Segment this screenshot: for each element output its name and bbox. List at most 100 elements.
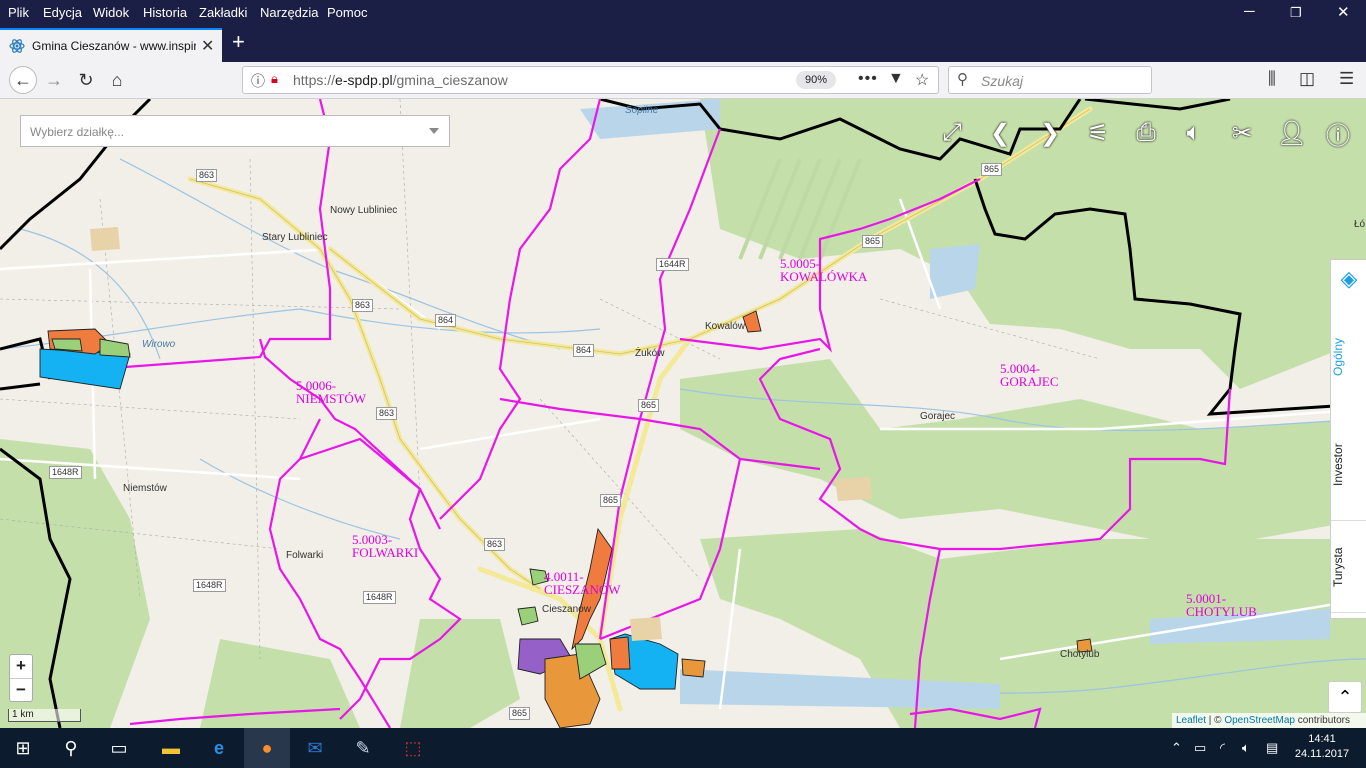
windows-start-icon[interactable]: ⊞ <box>0 728 46 768</box>
search-bar[interactable]: ⚲ Szukaj <box>948 66 1152 94</box>
sidebar-icon[interactable]: ◫ <box>1299 69 1315 89</box>
town-label: Folwarki <box>286 550 324 561</box>
menu-narzedzia[interactable]: Narzędzia <box>260 5 319 20</box>
precinct-label-gorajec: 5.0004- GORAJEC <box>1000 361 1059 389</box>
tab-ogolny[interactable]: Ogólny <box>1331 312 1366 402</box>
browser-tab[interactable]: Gmina Cieszanów - www.inspir ✕ <box>0 28 222 62</box>
search-placeholder: Szukaj <box>981 73 1024 89</box>
side-panel: ◈ Ogólny Investor Turysta <box>1330 259 1366 619</box>
pocket-icon[interactable]: ▼ <box>888 70 904 88</box>
map-canvas <box>0 99 1366 728</box>
task-view-icon[interactable]: ▭ <box>96 728 142 768</box>
acrobat-icon[interactable]: ⬚ <box>390 728 436 768</box>
forward-button[interactable]: → <box>42 68 66 92</box>
bookmark-star-icon[interactable]: ☆ <box>915 70 929 90</box>
menu-pomoc[interactable]: Pomoc <box>327 5 367 20</box>
file-explorer-icon[interactable]: ▬ <box>148 728 194 768</box>
reload-icon: ↻ <box>78 69 94 90</box>
network-icon[interactable]: ▭ <box>1194 740 1206 756</box>
chevron-up-icon: ⌃ <box>1337 687 1353 707</box>
precinct-label-kowalowka: 5.0005- KOWALÓWKA <box>780 256 868 284</box>
url-bar[interactable]: ⓘ 🔒︎ https://e-spdp.pl/gmina_cieszanow 9… <box>242 66 939 94</box>
osm-link[interactable]: OpenStreetMap <box>1224 715 1295 726</box>
outlook-icon[interactable]: ✉ <box>292 728 338 768</box>
home-button[interactable]: ⌂ <box>105 68 129 92</box>
notification-icon[interactable]: ▤ <box>1266 740 1278 756</box>
reload-button[interactable]: ↻ <box>74 68 98 92</box>
road-label: 863 <box>352 299 374 312</box>
app-icon[interactable]: ✎ <box>340 728 386 768</box>
print-icon[interactable]: ⎙ <box>1130 117 1162 149</box>
attribution-contributors: contributors <box>1294 715 1350 726</box>
close-tab-icon[interactable]: ✕ <box>201 36 214 56</box>
parcel-select[interactable]: Wybierz działkę... <box>20 115 450 147</box>
menu-plik[interactable]: Plik <box>8 5 29 20</box>
map-attribution: Leaflet | © OpenStreetMap contributors <box>1172 713 1366 728</box>
user-icon[interactable]: 👤︎ <box>1276 117 1308 149</box>
clock-time: 14:41 <box>1308 733 1336 745</box>
town-label: Kowalów <box>705 321 746 332</box>
precinct-label-folwarki: 5.0003- FOLWARKI <box>352 532 419 560</box>
hamburger-menu-icon[interactable]: ☰ <box>1339 69 1354 89</box>
edge-icon[interactable]: e <box>196 728 242 768</box>
attribution-separator: | © <box>1206 715 1225 726</box>
url-host: e-spdp.pl <box>335 72 393 88</box>
taskbar: ⊞ ⚲ ▭ ▬ e ● ✉ ✎ ⬚ ⌃ ▭ ◜ 🔈︎ ▤ 14:41 24.11… <box>0 728 1366 768</box>
leaflet-link[interactable]: Leaflet <box>1176 715 1206 726</box>
town-label: Niemstów <box>123 483 167 494</box>
insecure-lock-icon[interactable]: 🔒︎ <box>271 71 278 87</box>
fullscreen-icon[interactable]: ⤢ <box>936 117 968 149</box>
page-actions-icon[interactable]: ••• <box>858 70 878 88</box>
tab-turysta[interactable]: Turysta <box>1331 522 1366 613</box>
back-view-icon[interactable]: ❮ <box>984 117 1016 149</box>
tab-title: Gmina Cieszanów - www.inspir <box>32 39 196 53</box>
home-icon: ⌂ <box>111 69 123 90</box>
info-circle-icon[interactable]: ⓘ <box>1322 117 1354 150</box>
road-label: 1648R <box>193 579 226 592</box>
town-label: Cieszanów <box>542 604 591 615</box>
map-view[interactable]: 863 863 864 864 865 865 865 865 863 863 … <box>0 99 1366 728</box>
town-label: Gorajec <box>920 411 956 422</box>
search-icon[interactable]: ⚲ <box>48 728 94 768</box>
minimize-icon[interactable]: ─ <box>1244 3 1255 20</box>
scroll-top-button[interactable]: ⌃ <box>1328 681 1362 713</box>
town-label: Nowy Lubliniec <box>330 205 398 216</box>
speaker-icon[interactable]: 🔈︎ <box>1178 117 1210 149</box>
measure-compass-icon[interactable]: ⚟ <box>1082 117 1114 149</box>
town-label: Stary Lubliniec <box>262 232 328 243</box>
zoom-out-button[interactable]: − <box>10 679 32 702</box>
tab-bar: Gmina Cieszanów - www.inspir ✕ + <box>0 26 1366 62</box>
back-button[interactable]: ← <box>9 66 37 94</box>
url-scheme: https:// <box>293 72 336 88</box>
volume-icon[interactable]: 🔈︎ <box>1242 740 1250 756</box>
navigation-bar: ← → ↻ ⌂ ⓘ 🔒︎ https://e-spdp.pl/gmina_cie… <box>0 62 1366 99</box>
layers-icon[interactable]: ◈ <box>1335 266 1363 294</box>
menu-zakladki[interactable]: Zakładki <box>199 5 247 20</box>
zoom-in-button[interactable]: + <box>10 655 32 679</box>
road-label: 864 <box>435 314 457 327</box>
maximize-icon[interactable]: ❐ <box>1290 5 1302 21</box>
tab-investor[interactable]: Investor <box>1331 410 1366 521</box>
road-label: 863 <box>196 169 218 182</box>
info-icon[interactable]: ⓘ <box>251 71 265 91</box>
menu-edycja[interactable]: Edycja <box>43 5 82 20</box>
tools-icon[interactable]: ✂ <box>1226 117 1258 149</box>
firefox-icon[interactable]: ● <box>244 728 290 768</box>
road-label: 865 <box>981 163 1003 176</box>
parcel-select-placeholder: Wybierz działkę... <box>30 125 124 139</box>
forward-arrow-icon: → <box>45 69 63 90</box>
tray-chevron-icon[interactable]: ⌃ <box>1171 740 1182 756</box>
library-icon[interactable]: ⫼ <box>1268 69 1276 89</box>
clock-date: 24.11.2017 <box>1294 748 1350 760</box>
search-icon: ⚲ <box>957 71 968 88</box>
zoom-indicator[interactable]: 90% <box>796 71 836 89</box>
new-tab-button[interactable]: + <box>232 29 245 55</box>
wifi-icon[interactable]: ◜ <box>1220 740 1225 756</box>
forward-view-icon[interactable]: ❯ <box>1034 117 1066 149</box>
zoom-control: + − <box>9 654 33 702</box>
menu-historia[interactable]: Historia <box>143 5 187 20</box>
close-window-icon[interactable]: ✕ <box>1337 3 1350 21</box>
system-clock[interactable]: 14:41 24.11.2017 <box>1294 732 1350 762</box>
back-arrow-icon: ← <box>14 69 32 90</box>
menu-widok[interactable]: Widok <box>93 5 129 20</box>
